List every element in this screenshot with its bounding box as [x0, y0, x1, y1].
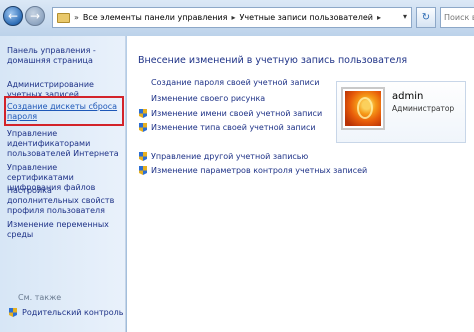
user-card: admin Администратор: [336, 81, 466, 143]
breadcrumb-separator: ▸: [376, 13, 381, 22]
change-account-name-link[interactable]: Изменение имени своей учетной записи: [151, 109, 322, 118]
breadcrumb-all-items[interactable]: Все элементы панели управления: [83, 13, 228, 22]
back-button[interactable]: ←: [3, 6, 23, 26]
shield-icon: [139, 166, 147, 175]
avatar[interactable]: [341, 87, 385, 130]
search-input[interactable]: Поиск в пан: [440, 7, 474, 28]
sidebar-item-profile-props[interactable]: Настройка дополнительных свойств профиля…: [7, 186, 123, 216]
parental-control-link[interactable]: Родительский контроль: [8, 307, 123, 318]
breadcrumb-separator: »: [74, 13, 79, 22]
avatar-image: [345, 91, 381, 126]
address-dropdown-icon[interactable]: ▾: [403, 12, 407, 21]
sidebar-item-home[interactable]: Панель управления - домашняя страница: [7, 46, 123, 66]
sidebar: Панель управления - домашняя страница Ад…: [0, 36, 126, 332]
flower-icon: [357, 97, 373, 119]
sidebar-item-env-vars[interactable]: Изменение переменных среды: [7, 220, 123, 240]
shield-icon: [139, 152, 147, 161]
change-account-type-link[interactable]: Изменение типа своей учетной записи: [151, 123, 316, 132]
parental-control-label: Родительский контроль: [22, 308, 124, 317]
user-role: Администратор: [392, 104, 455, 113]
address-bar-area: ← → » Все элементы панели управления ▸ У…: [0, 0, 474, 36]
breadcrumb-user-accounts[interactable]: Учетные записи пользователей: [239, 13, 372, 22]
forward-button[interactable]: →: [25, 6, 45, 26]
control-panel-window: ← → » Все элементы панели управления ▸ У…: [0, 0, 474, 332]
see-also-heading: См. также: [18, 293, 62, 302]
shield-icon: [139, 109, 147, 118]
shield-icon: [139, 123, 147, 132]
uac-settings-link[interactable]: Изменение параметров контроля учетных за…: [151, 166, 367, 175]
sidebar-item-internet-ids[interactable]: Управление идентификаторами пользователе…: [7, 129, 123, 159]
address-box[interactable]: » Все элементы панели управления ▸ Учетн…: [52, 7, 412, 28]
shield-icon: [9, 308, 17, 317]
highlight-frame: [4, 96, 124, 126]
control-panel-icon: [57, 12, 70, 23]
manage-other-account-link[interactable]: Управление другой учетной записью: [151, 152, 308, 161]
refresh-button[interactable]: ↻: [416, 7, 436, 28]
create-password-link[interactable]: Создание пароля своей учетной записи: [151, 78, 319, 87]
user-name: admin: [392, 91, 424, 102]
main-panel: Внесение изменений в учетную запись поль…: [127, 36, 474, 332]
change-picture-link[interactable]: Изменение своего рисунка: [151, 94, 265, 103]
breadcrumb-separator: ▸: [231, 13, 236, 22]
page-title: Внесение изменений в учетную запись поль…: [138, 55, 408, 66]
